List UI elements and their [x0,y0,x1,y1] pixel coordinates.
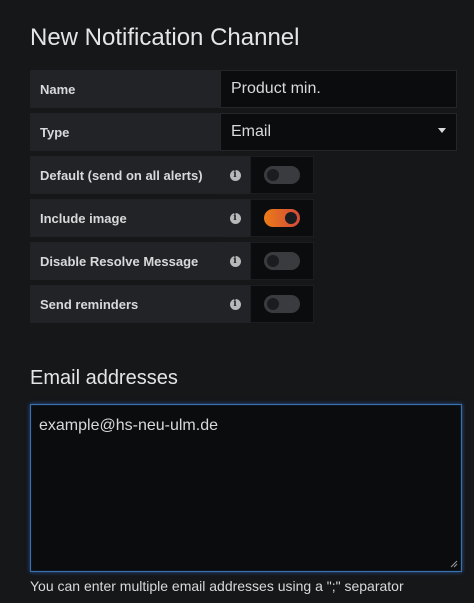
disable-resolve-toggle[interactable] [264,252,300,270]
name-label: Name [30,70,220,108]
toggle-label-default: Default (send on all alerts) [30,156,220,194]
caret-down-icon [438,128,446,133]
toggle-cell [250,285,314,323]
email-section-title: Email addresses [30,367,178,389]
info-icon[interactable]: i [220,156,250,194]
toggle-label-include-image: Include image [30,199,220,237]
notification-channel-page: New Notification Channel Name Product mi… [0,0,474,603]
name-value: Product min. [231,80,321,97]
toggle-label-disable-resolve: Disable Resolve Message [30,242,220,280]
toggle-row-send-reminders: Send reminders i [30,285,314,323]
toggle-row-disable-resolve: Disable Resolve Message i [30,242,314,280]
info-icon[interactable]: i [220,242,250,280]
info-icon[interactable]: i [220,199,250,237]
type-value: Email [231,123,272,140]
email-addresses-textarea[interactable]: example@hs-neu-ulm.de [30,404,462,572]
toggle-label-send-reminders: Send reminders [30,285,220,323]
type-row: Type Email [30,113,457,151]
toggle-cell [250,242,314,280]
toggle-cell [250,156,314,194]
info-icon[interactable]: i [220,285,250,323]
page-title: New Notification Channel [30,24,300,51]
toggle-row-include-image: Include image i [30,199,314,237]
resize-handle-icon[interactable] [450,560,458,568]
default-send-toggle[interactable] [264,166,300,184]
email-addresses-value: example@hs-neu-ulm.de [39,417,218,434]
toggle-cell [250,199,314,237]
name-row: Name Product min. [30,70,457,108]
name-input[interactable]: Product min. [220,70,457,108]
type-select[interactable]: Email [220,113,457,151]
toggle-row-default: Default (send on all alerts) i [30,156,314,194]
type-label: Type [30,113,220,151]
include-image-toggle[interactable] [264,209,300,227]
send-reminders-toggle[interactable] [264,295,300,313]
email-hint-text: You can enter multiple email addresses u… [30,578,404,594]
